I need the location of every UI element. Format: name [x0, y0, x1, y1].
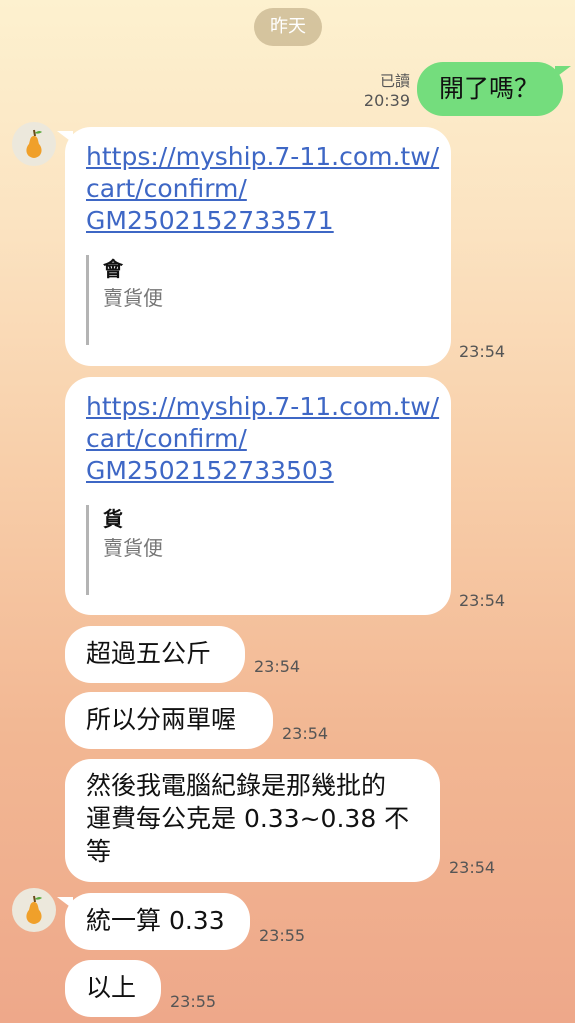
message-time: 23:54 [282, 724, 329, 743]
message-link-line[interactable]: https://myship.7-11.com.tw/ [86, 391, 451, 423]
contact-avatar[interactable] [12, 122, 56, 166]
message-text-line: 等 [86, 837, 112, 866]
message-text-line: 然後我電腦紀錄是那幾批的 [86, 771, 387, 800]
incoming-text-message[interactable]: 超過五公斤 [65, 626, 245, 683]
message-link-line[interactable]: GM2502152733571 [86, 205, 451, 237]
link-preview-source: 賣貨便 [103, 536, 163, 560]
message-link-line[interactable]: GM2502152733503 [86, 455, 451, 487]
pear-icon [26, 129, 42, 158]
read-receipt: 已讀 20:39 [352, 70, 410, 110]
message-text-line: 運費每公克是 0.33~0.38 不 [86, 804, 410, 833]
message-text: 統一算 0.33 [86, 906, 225, 935]
message-time: 23:55 [170, 992, 217, 1011]
message-text: 開了嗎？ [439, 74, 540, 103]
message-time: 23:54 [449, 858, 496, 877]
incoming-text-message[interactable]: 然後我電腦紀錄是那幾批的 運費每公克是 0.33~0.38 不 等 [65, 759, 440, 882]
contact-avatar[interactable] [12, 888, 56, 932]
message-time: 23:54 [254, 657, 301, 676]
incoming-link-message[interactable]: https://myship.7-11.com.tw/ cart/confirm… [57, 127, 451, 366]
incoming-link-message[interactable]: https://myship.7-11.com.tw/ cart/confirm… [65, 377, 451, 615]
incoming-text-message[interactable]: 以上 [65, 960, 161, 1017]
message-link-line[interactable]: cart/confirm/ [86, 423, 451, 455]
message-link-line[interactable]: https://myship.7-11.com.tw/ [86, 141, 451, 173]
date-separator: 昨天 [254, 8, 322, 46]
message-time: 23:55 [259, 926, 306, 945]
message-time: 20:39 [363, 91, 410, 110]
outgoing-message-bubble[interactable]: 開了嗎？ [417, 62, 571, 116]
pear-icon [26, 895, 42, 924]
message-text: 超過五公斤 [86, 639, 212, 668]
link-preview-title: 會 [103, 257, 123, 281]
link-preview[interactable]: 會 賣貨便 [86, 255, 163, 345]
incoming-text-message[interactable]: 所以分兩單喔 [65, 692, 273, 749]
link-preview[interactable]: 貨 賣貨便 [86, 505, 163, 595]
link-preview-source: 賣貨便 [103, 286, 163, 310]
link-preview-title: 貨 [103, 507, 123, 531]
message-time: 23:54 [459, 591, 506, 610]
message-time: 23:54 [459, 342, 506, 361]
incoming-text-message[interactable]: 統一算 0.33 [57, 893, 250, 950]
message-text: 以上 [86, 973, 137, 1002]
message-text: 所以分兩單喔 [86, 705, 237, 734]
message-link-line[interactable]: cart/confirm/ [86, 173, 451, 205]
read-label: 已讀 [379, 72, 410, 90]
